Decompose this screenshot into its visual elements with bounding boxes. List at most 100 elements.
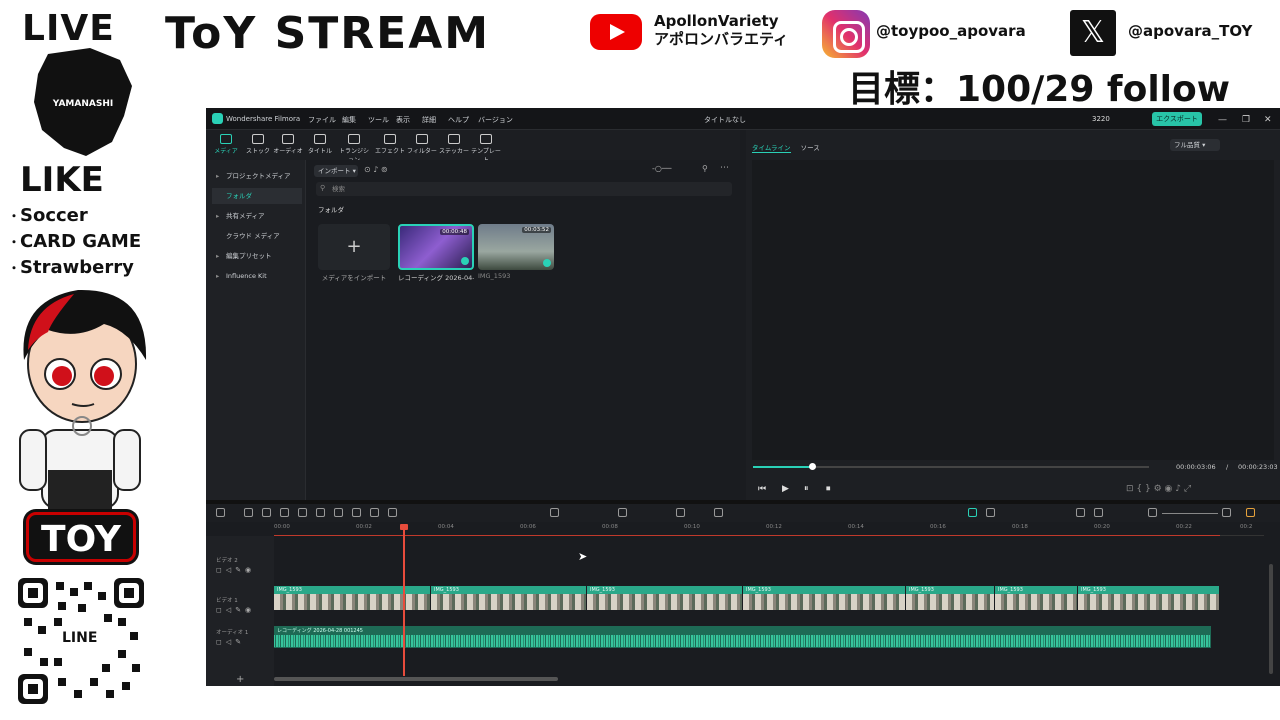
snapshot-icon[interactable]: ⊡ { } ⚙ ◉ ♪ ⤢ [1126, 484, 1191, 494]
redo-icon[interactable] [280, 508, 289, 517]
track-label-audio1: オーディオ 1 [216, 630, 249, 636]
cut-icon[interactable] [316, 508, 325, 517]
document-title: タイトルなし [704, 116, 746, 124]
tab-audio[interactable]: オーディオ [272, 134, 304, 155]
ruler-tick: 00:18 [1012, 524, 1028, 530]
track-controls-icon[interactable]: ◻◁✎◉ [216, 566, 255, 574]
render-icon[interactable] [986, 508, 995, 517]
video-clip[interactable]: IMG_1593 [587, 586, 742, 610]
media-thumbnail[interactable]: 00:00:48 [398, 224, 474, 270]
media-thumbnail[interactable]: 00:03:52 [478, 224, 554, 270]
track-controls-icon[interactable]: ◻◁✎ [216, 638, 245, 646]
mouse-cursor-icon: ➤ [578, 550, 588, 563]
menu-advanced[interactable]: 詳細 [422, 115, 436, 125]
scrubber-handle[interactable] [809, 463, 817, 470]
menu-edit[interactable]: 編集 [342, 115, 356, 125]
play-icon[interactable]: ▶ [782, 484, 789, 494]
color-icon[interactable] [388, 508, 397, 517]
audio-clip[interactable]: レコーディング 2026-04-28 001245 [274, 626, 1211, 648]
import-media-button[interactable]: + [318, 224, 390, 270]
keyframe-icon[interactable] [550, 508, 559, 517]
horizontal-scrollbar[interactable] [274, 677, 558, 681]
marker-icon[interactable] [714, 508, 723, 517]
instagram-icon[interactable] [822, 10, 870, 58]
tab-titles[interactable]: タイトル [304, 134, 336, 155]
ruler-tick: 00:08 [602, 524, 618, 530]
preview-tabs: タイムライン ソース [752, 142, 820, 153]
add-track-icon[interactable]: + [236, 674, 244, 685]
ruler-tick: 00:06 [520, 524, 536, 530]
video-clip[interactable]: IMG_1593 [1078, 586, 1219, 610]
pause-icon[interactable]: ⏸ [804, 484, 809, 494]
close-icon[interactable]: ✕ [1264, 115, 1272, 125]
tab-stickers[interactable]: ステッカー [438, 134, 470, 155]
sidebar-item-folder[interactable]: フォルダ [212, 188, 302, 204]
crop-icon[interactable] [334, 508, 343, 517]
sidebar-item-shared-media[interactable]: 共有メディア [212, 208, 302, 224]
video-clip[interactable]: IMG_1593 [743, 586, 905, 610]
tab-source[interactable]: ソース [801, 144, 820, 152]
sticker-icon [448, 134, 460, 144]
search-input[interactable]: 検索 [316, 182, 732, 196]
video-clip[interactable]: IMG_1593 [274, 586, 430, 610]
playhead[interactable] [403, 526, 405, 676]
sidebar-item-influence-kit[interactable]: Influence Kit [212, 268, 302, 284]
ruler-tick: 00:02 [356, 524, 372, 530]
tab-filters[interactable]: フィルター [406, 134, 438, 155]
text-icon[interactable] [352, 508, 361, 517]
effects-icon[interactable] [676, 508, 685, 517]
zoom-slider[interactable]: -○── [652, 164, 672, 173]
video-clip[interactable]: IMG_1593 [431, 586, 586, 610]
youtube-icon[interactable] [590, 14, 642, 50]
zoom-in-icon[interactable] [1222, 508, 1231, 517]
import-dropdown[interactable]: インポート ▾ [314, 165, 358, 177]
more-icon[interactable]: ⋯ [720, 163, 729, 173]
sidebar-item-presets[interactable]: 編集プリセット [212, 248, 302, 264]
undo-icon[interactable] [262, 508, 271, 517]
ruler-tick: 00:12 [766, 524, 782, 530]
sidebar-item-project-media[interactable]: プロジェクトメディア [212, 168, 302, 184]
ai-copilot-icon[interactable] [968, 508, 977, 517]
ruler-tick: 00:14 [848, 524, 864, 530]
timeline-zoom-slider[interactable] [1162, 513, 1218, 514]
menu-view[interactable]: 表示 [396, 115, 410, 125]
export-button[interactable]: エクスポート [1152, 112, 1202, 126]
check-icon [543, 259, 551, 267]
video-clip[interactable]: IMG_1593 [906, 586, 994, 610]
menu-help[interactable]: ヘルプ [448, 115, 469, 125]
sidebar-item-cloud-media[interactable]: クラウド メディア [212, 228, 302, 244]
menu-version[interactable]: バージョン [478, 115, 513, 125]
video-clip[interactable]: IMG_1593 [995, 586, 1077, 610]
stop-icon[interactable]: ⏹ [826, 484, 831, 494]
delete-icon[interactable] [298, 508, 307, 517]
tab-timeline[interactable]: タイムライン [752, 144, 791, 153]
mic-icon[interactable] [1076, 508, 1085, 517]
ai-tools-icon[interactable] [618, 508, 627, 517]
tab-stock[interactable]: ストック [242, 134, 274, 155]
layout-icon[interactable] [216, 508, 225, 517]
audio-waveform [274, 635, 1211, 647]
timeline-ruler[interactable]: 00:00 00:02 00:04 00:06 00:08 00:10 00:1… [274, 522, 1264, 536]
tab-effects[interactable]: エフェクト [374, 134, 406, 155]
x-icon[interactable]: 𝕏 [1070, 10, 1116, 56]
select-icon[interactable] [244, 508, 253, 517]
record-icon[interactable]: ⊙ ♪ ⊚ [364, 165, 388, 174]
menu-tools[interactable]: ツール [368, 115, 389, 125]
filter-icon[interactable]: ⚲ [702, 164, 708, 173]
credits-count[interactable]: 3220 [1092, 115, 1110, 123]
prev-frame-icon[interactable]: ⏮ [758, 484, 766, 494]
track-controls-icon[interactable]: ◻◁✎◉ [216, 606, 255, 614]
zoom-out-icon[interactable] [1148, 508, 1157, 517]
quality-select[interactable]: フル品質 ▾ [1170, 139, 1220, 151]
track-headers: ビデオ 2 ◻◁✎◉ ビデオ 1 ◻◁✎◉ オーディオ 1 ◻◁✎ [206, 536, 274, 686]
ruler-tick: 00:16 [930, 524, 946, 530]
vertical-scrollbar[interactable] [1269, 564, 1273, 674]
minimize-icon[interactable]: — [1218, 115, 1227, 125]
grid-icon[interactable] [1246, 508, 1255, 517]
audio-mixer-icon[interactable] [1094, 508, 1103, 517]
tab-media[interactable]: メディア [210, 134, 242, 155]
maximize-icon[interactable]: ❐ [1242, 115, 1250, 125]
preview-scrubber[interactable] [753, 463, 1149, 470]
menu-file[interactable]: ファイル [308, 115, 336, 125]
speed-icon[interactable] [370, 508, 379, 517]
